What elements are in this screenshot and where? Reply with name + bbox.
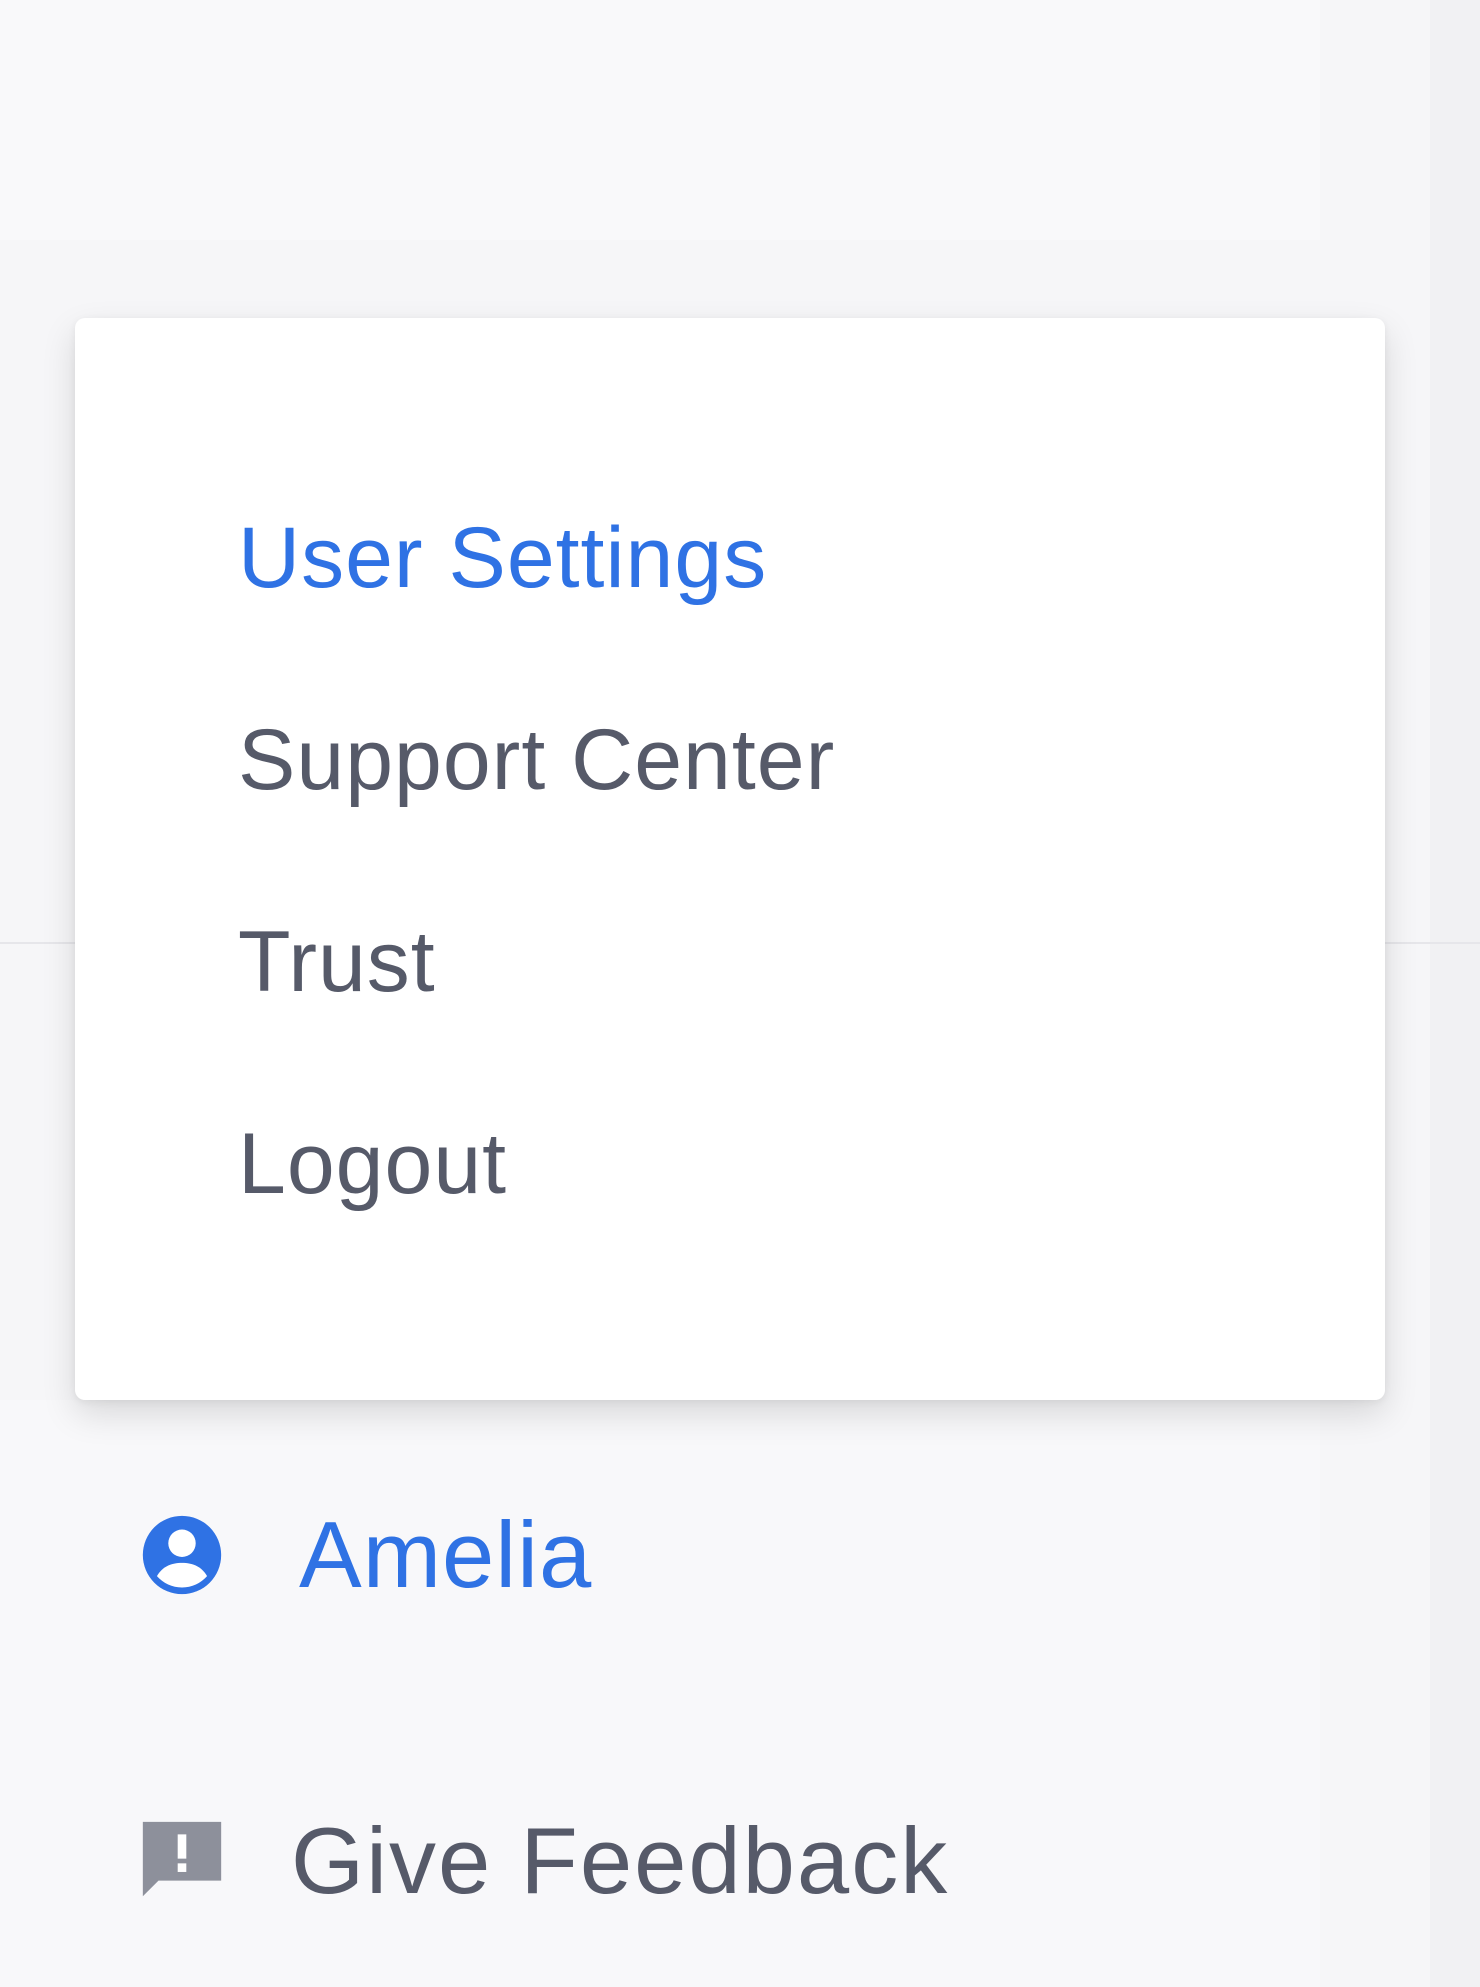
give-feedback-label: Give Feedback	[291, 1808, 950, 1913]
account-button[interactable]: Amelia	[135, 1500, 592, 1610]
menu-item-user-settings[interactable]: User Settings	[238, 508, 767, 608]
header-background	[0, 0, 1320, 240]
menu-item-trust[interactable]: Trust	[238, 912, 436, 1012]
feedback-icon	[142, 1821, 222, 1897]
give-feedback-button[interactable]: Give Feedback	[135, 1806, 949, 1916]
menu-item-support-center[interactable]: Support Center	[238, 710, 835, 810]
account-name: Amelia	[299, 1502, 593, 1607]
menu-item-logout[interactable]: Logout	[238, 1114, 507, 1214]
user-dropdown-menu: User Settings Support Center Trust Logou…	[75, 318, 1385, 1400]
right-panel-edge	[1430, 0, 1480, 1987]
account-circle-icon	[142, 1515, 222, 1595]
